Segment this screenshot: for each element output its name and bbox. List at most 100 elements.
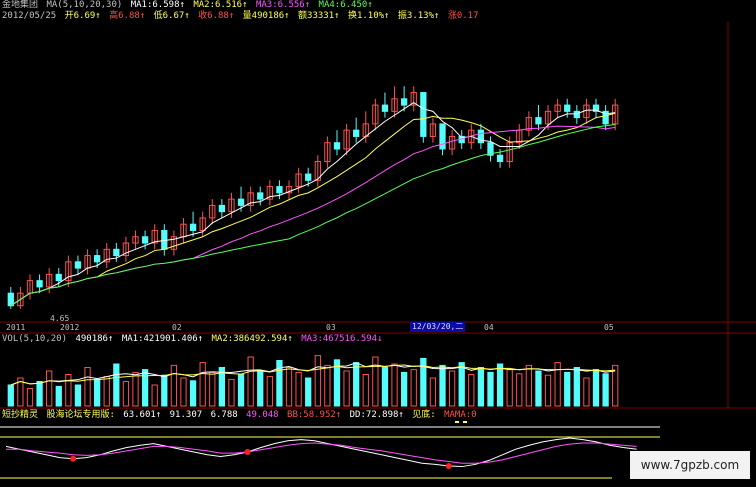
candle-body — [305, 173, 312, 181]
volume-bar — [496, 363, 504, 407]
xaxis-2011: 2011 — [6, 323, 26, 332]
volume-bar — [237, 374, 245, 407]
bottom-signal-dot — [70, 455, 77, 462]
indicator-marker — [455, 421, 459, 423]
candle-body — [55, 273, 62, 282]
volume-bar — [122, 381, 130, 407]
candle-body — [74, 261, 82, 269]
volume-bar — [381, 367, 389, 407]
volume-bar — [266, 376, 273, 407]
indicator-v3: 6.788 — [210, 410, 238, 420]
volume-bar — [305, 377, 312, 407]
volume-bar — [573, 367, 580, 407]
volume-bar — [448, 370, 456, 407]
volume-bar — [46, 370, 53, 407]
volume-bar — [525, 364, 532, 407]
volume-bar — [189, 380, 197, 407]
site-watermark: www.7gpzb.com — [630, 451, 750, 479]
vol-ma1: MA1:421901.406↑ — [121, 334, 204, 344]
candle-body — [276, 186, 283, 194]
bottom-signal-dot — [244, 449, 251, 455]
candle-body — [439, 123, 446, 150]
candle-body — [237, 198, 245, 206]
volume-bar — [362, 374, 369, 407]
volume-bar — [592, 369, 600, 407]
candle-body — [113, 248, 120, 257]
volume-bar — [151, 384, 158, 407]
volume-bar — [544, 374, 552, 407]
volume-bar — [199, 362, 206, 407]
ma2-line — [10, 112, 616, 307]
volume-bar — [295, 371, 302, 407]
candle-body — [141, 236, 149, 244]
volume-bar — [170, 364, 178, 407]
candle-body — [218, 204, 225, 213]
candle-body — [564, 104, 571, 112]
volume-bar — [65, 374, 72, 407]
indicator-mama: MAMA:0 — [444, 410, 477, 420]
volume-bar — [401, 371, 408, 407]
indicator-bb: BB:58.952↑ — [287, 410, 342, 420]
volume-bar — [391, 363, 398, 407]
candle-body — [189, 223, 197, 231]
xaxis-04: 04 — [484, 323, 494, 332]
indicator-dd: DD:72.898↑ — [349, 410, 404, 420]
xaxis-02: 02 — [172, 323, 182, 332]
volume-bar — [103, 376, 110, 407]
indicator-subtitle: 股海论坛专用版: — [46, 410, 115, 420]
volume-bar — [94, 378, 101, 407]
volume-bar — [429, 377, 437, 407]
volume-bar — [84, 367, 91, 407]
volume-bar — [161, 374, 168, 407]
price-low-label: 4.65 — [50, 314, 70, 323]
candle-body — [353, 129, 360, 137]
volume-bar — [132, 371, 139, 407]
volume-bar — [113, 363, 120, 407]
volume-bar — [180, 377, 187, 407]
candle-body — [94, 255, 101, 263]
volume-bar — [55, 385, 62, 407]
xaxis-03: 03 — [326, 323, 336, 332]
candle-body — [333, 142, 341, 150]
volume-bar — [458, 362, 465, 407]
indicator-v1: 63.601↑ — [123, 410, 162, 420]
indicator-magenta-line — [6, 442, 637, 464]
xaxis-2012: 2012 — [60, 323, 80, 332]
candle-body — [420, 92, 427, 137]
candle-body — [257, 192, 264, 200]
volume-bar — [468, 374, 475, 407]
candle-body — [573, 110, 580, 119]
volume-bar — [141, 369, 149, 407]
volume-ma2-line — [10, 364, 616, 386]
volume-bar — [535, 370, 542, 407]
indicator-bottom: 见底: — [412, 410, 436, 420]
ma3-line — [10, 125, 616, 307]
vol-label: VOL(5,10,20) — [2, 334, 68, 344]
selected-date[interactable]: 12/03/20,二 — [410, 322, 466, 332]
volume-bar — [324, 364, 331, 407]
volume-bar — [564, 371, 571, 407]
volume-bar — [410, 369, 417, 407]
vol-ma2: MA2:386492.594↑ — [211, 334, 293, 344]
volume-bar — [228, 378, 235, 407]
indicator-v2: 91.307 — [169, 410, 203, 420]
vol-header: VOL(5,10,20) 490186↑ MA1:421901.406↑ MA2… — [2, 334, 386, 345]
volume-bar — [506, 369, 513, 407]
volume-bar — [477, 367, 485, 407]
xaxis-05: 05 — [604, 323, 614, 332]
candle-body — [7, 292, 14, 307]
indicator-name: 短抄精灵 — [2, 410, 39, 420]
volume-bar — [583, 377, 590, 407]
candle-body — [535, 117, 542, 125]
candle-body — [381, 104, 389, 112]
volume-bar — [516, 373, 523, 407]
vol-ma3: MA3:467516.594↓ — [301, 334, 383, 344]
volume-bar — [353, 362, 360, 407]
volume-bar — [7, 384, 14, 407]
ma4-line — [10, 124, 616, 307]
volume-bar — [487, 371, 494, 407]
volume-bar — [439, 364, 446, 407]
indicator-marker — [463, 421, 467, 423]
volume-bar — [314, 355, 321, 407]
volume-bar — [247, 356, 254, 407]
